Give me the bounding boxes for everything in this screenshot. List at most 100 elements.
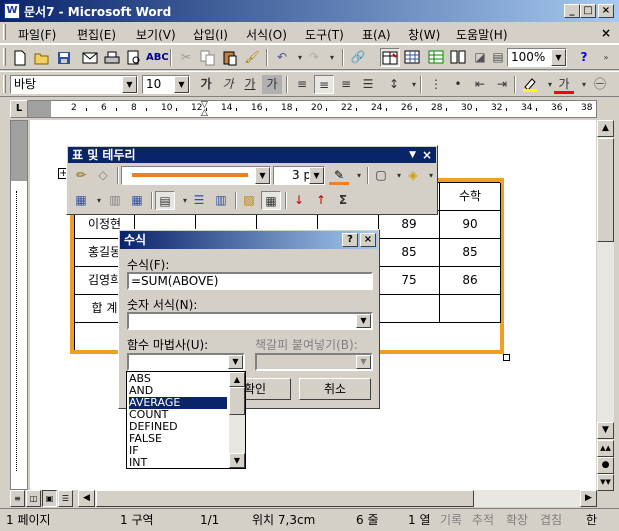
status-track[interactable]: 추적: [472, 511, 494, 530]
insert-table-icon[interactable]: [402, 48, 422, 67]
show-gridlines-icon[interactable]: ▦: [261, 191, 281, 210]
cancel-button[interactable]: 취소: [299, 378, 371, 400]
menu-window[interactable]: 창(W): [408, 26, 440, 43]
align-left-icon[interactable]: ≡: [292, 75, 312, 94]
number-format-select[interactable]: ▼: [127, 312, 373, 330]
distribute-columns-icon[interactable]: ▥: [211, 191, 231, 210]
autosum-icon[interactable]: Σ: [333, 191, 353, 210]
line-weight-select[interactable]: 3 pt ▼: [273, 166, 325, 185]
insert-table-small-icon[interactable]: ▦: [71, 191, 91, 210]
align-center-icon[interactable]: ≡: [314, 75, 334, 94]
sort-descending-icon[interactable]: ↑: [311, 191, 331, 210]
table-cell[interactable]: 75: [379, 267, 440, 295]
line-style-dropdown-icon[interactable]: ▼: [255, 167, 270, 184]
function-list-down-icon[interactable]: ▼: [229, 453, 245, 468]
tables-borders-toolbar[interactable]: 표 및 테두리 ▼ × ✏ ◇ ▼ 3 pt ▼ ✎ ▾ ▢ ▾ ◈ ▾ ▦ ▾…: [66, 145, 438, 215]
document-map-icon[interactable]: ▤: [488, 48, 508, 67]
zoom-select[interactable]: 100% ▼: [507, 48, 567, 67]
border-color-dropdown-icon[interactable]: ▾: [349, 166, 369, 185]
new-document-icon[interactable]: [10, 48, 30, 67]
paste-function-select[interactable]: ▼: [127, 353, 245, 371]
font-size-select[interactable]: 10 ▼: [142, 75, 190, 94]
paste-function-dropdown-icon[interactable]: ▼: [228, 355, 243, 369]
table-cell[interactable]: 89: [379, 211, 440, 239]
menu-tools[interactable]: 도구(T): [305, 26, 344, 43]
next-page-icon[interactable]: ▼▼: [597, 474, 614, 491]
eraser-icon[interactable]: ◇: [93, 166, 113, 185]
tab-selector[interactable]: L: [10, 100, 28, 118]
browse-object-icon[interactable]: ●: [597, 457, 614, 474]
vertical-ruler[interactable]: [10, 120, 28, 490]
close-document-button[interactable]: ×: [601, 26, 611, 40]
status-overtype[interactable]: 겹침: [540, 511, 562, 530]
copy-icon[interactable]: [198, 48, 218, 67]
sort-ascending-icon[interactable]: ↓: [289, 191, 309, 210]
function-list-thumb[interactable]: [229, 387, 245, 415]
word-app-icon[interactable]: W: [4, 3, 20, 19]
line-weight-dropdown-icon[interactable]: ▼: [309, 167, 324, 184]
scroll-down-icon[interactable]: ▼: [597, 422, 614, 439]
save-icon[interactable]: [54, 48, 74, 67]
function-list-item[interactable]: INT: [129, 457, 227, 469]
distribute-icon[interactable]: ☰: [358, 75, 378, 94]
print-icon[interactable]: [102, 48, 122, 67]
maximize-button[interactable]: □: [580, 4, 596, 18]
border-color-icon[interactable]: ✎: [329, 166, 349, 185]
font-dropdown-icon[interactable]: ▼: [122, 76, 137, 93]
outside-border-icon[interactable]: ▢: [371, 166, 391, 185]
number-format-dropdown-icon[interactable]: ▼: [356, 314, 371, 328]
line-style-select[interactable]: ▼: [121, 166, 271, 185]
table-resize-handle[interactable]: [503, 354, 510, 361]
function-list-scrollbar[interactable]: ▲ ▼: [229, 372, 245, 468]
minimize-button[interactable]: _: [564, 4, 580, 18]
font-select[interactable]: 바탕 ▼: [10, 75, 138, 94]
menu-help[interactable]: 도움말(H): [456, 26, 508, 43]
previous-page-icon[interactable]: ▲▲: [597, 440, 614, 457]
bold-button[interactable]: 가: [196, 75, 216, 94]
toolbar-menu-icon[interactable]: ▼: [409, 147, 416, 163]
table-cell[interactable]: 85: [379, 239, 440, 267]
split-cells-icon[interactable]: ▦: [127, 191, 147, 210]
status-extend[interactable]: 확장: [506, 511, 528, 530]
web-layout-icon[interactable]: ◫: [26, 490, 41, 507]
normal-view-icon[interactable]: ≡: [10, 490, 25, 507]
align-top-icon[interactable]: ▤: [155, 191, 175, 210]
zoom-dropdown-icon[interactable]: ▼: [551, 49, 566, 66]
draw-table-icon[interactable]: ✏: [71, 166, 91, 185]
table-cell[interactable]: 90: [440, 211, 501, 239]
redo-icon[interactable]: ↷: [304, 48, 324, 67]
table-cell[interactable]: [379, 295, 440, 323]
table-cell[interactable]: 86: [440, 267, 501, 295]
shading-dropdown-icon[interactable]: ▾: [421, 166, 441, 185]
undo-icon[interactable]: ↶: [272, 48, 292, 67]
merge-cells-icon[interactable]: ▥: [105, 191, 125, 210]
left-indent-marker[interactable]: △: [201, 109, 208, 118]
font-size-dropdown-icon[interactable]: ▼: [174, 76, 189, 93]
table-autoformat-icon[interactable]: ▧: [239, 191, 259, 210]
horizontal-ruler[interactable]: 2 6 8 10 12 14 16 18 20 22 24 26 28 30 32 34 36 38 ▽ △: [10, 100, 597, 118]
menu-format[interactable]: 서식(O): [246, 26, 287, 43]
close-window-button[interactable]: ×: [598, 4, 614, 18]
vertical-scrollbar[interactable]: ▲ ▼ ▲▲ ● ▼▼: [597, 120, 614, 491]
function-list-up-icon[interactable]: ▲: [229, 372, 245, 387]
distribute-rows-icon[interactable]: ☰: [189, 191, 209, 210]
tables-borders-icon[interactable]: [380, 48, 400, 67]
horizontal-scrollbar[interactable]: ◀ ▶: [78, 490, 597, 507]
open-folder-icon[interactable]: [32, 48, 52, 67]
character-shading-button[interactable]: 가: [262, 75, 282, 94]
outline-view-icon[interactable]: ☰: [58, 490, 73, 507]
shading-color-icon[interactable]: ◈: [403, 166, 423, 185]
menu-table[interactable]: 표(A): [362, 26, 391, 43]
dialog-help-button[interactable]: ?: [342, 233, 358, 247]
menu-file[interactable]: 파일(F): [18, 26, 56, 43]
increase-indent-icon[interactable]: ⇥: [492, 75, 512, 94]
spelling-check-icon[interactable]: ABC: [146, 48, 169, 67]
drawing-icon[interactable]: ◪: [470, 48, 490, 67]
function-list[interactable]: ABS AND AVERAGE COUNT DEFINED FALSE IF INT ▲ ▼: [126, 371, 246, 469]
redo-dropdown-icon[interactable]: ▾: [322, 48, 342, 67]
table-header-cell[interactable]: 수학: [440, 183, 501, 211]
scroll-thumb[interactable]: [597, 138, 614, 242]
scroll-up-icon[interactable]: ▲: [597, 120, 614, 137]
align-right-icon[interactable]: ≡: [336, 75, 356, 94]
underline-button[interactable]: 가: [240, 75, 260, 94]
